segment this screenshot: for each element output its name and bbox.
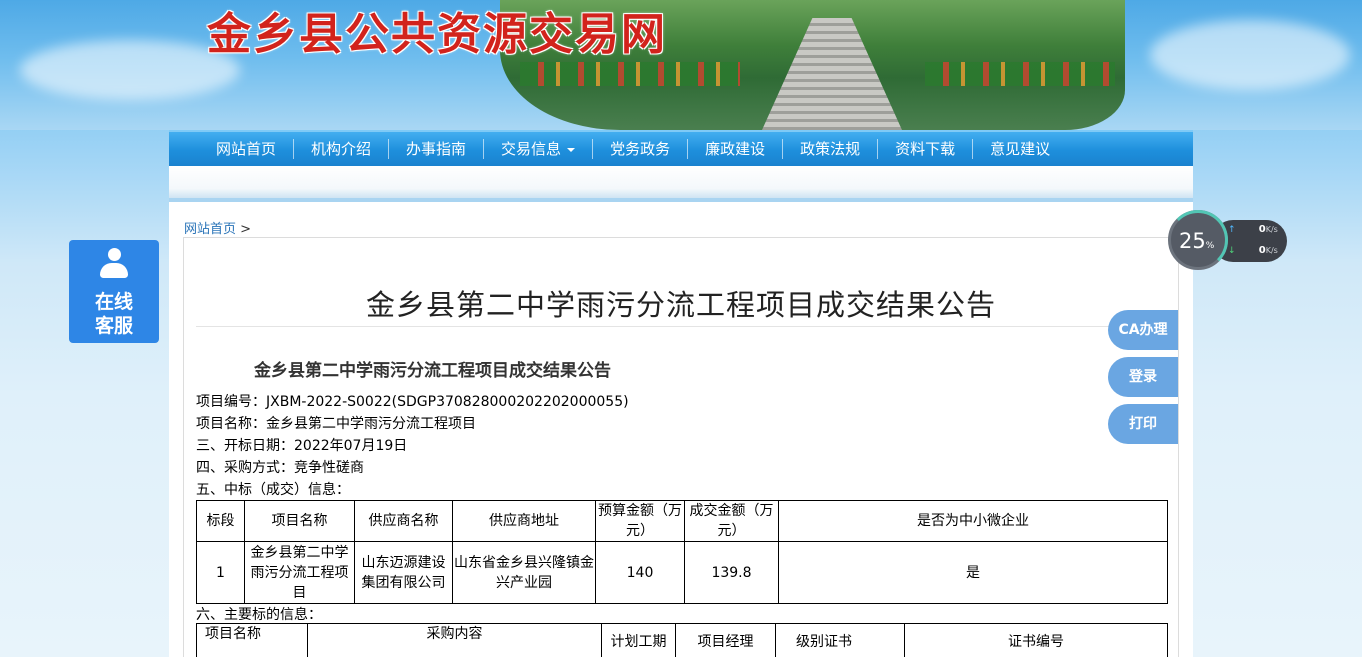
table-header-cell: 标段 bbox=[196, 500, 245, 542]
breadcrumb: 网站首页 > bbox=[184, 218, 251, 237]
banner-cloud bbox=[1150, 20, 1350, 90]
download-unit: K/s bbox=[1265, 246, 1278, 255]
article-inner-title: 金乡县第二中学雨污分流工程项目成交结果公告 bbox=[254, 361, 611, 381]
table-header-cell: 采购内容 bbox=[307, 623, 602, 657]
page-title: 金乡县第二中学雨污分流工程项目成交结果公告 bbox=[365, 288, 996, 322]
table-header-cell: 供应商地址 bbox=[452, 500, 596, 542]
memory-usage-gauge: 25% bbox=[1168, 210, 1228, 270]
award-info-heading: 五、中标（成交）信息： bbox=[196, 482, 350, 498]
arrow-down-icon: ↓ bbox=[1228, 246, 1236, 256]
user-icon-body bbox=[100, 263, 128, 278]
nav-item-trade-info-label: 交易信息 bbox=[501, 140, 562, 158]
download-speed: ↓ 0K/s bbox=[1228, 245, 1278, 256]
table-cell: 山东迈源建设集团有限公司 bbox=[354, 541, 453, 604]
bid-open-date: 三、开标日期：2022年07月19日 bbox=[196, 438, 408, 454]
table-header-cell: 预算金额（万元） bbox=[595, 500, 685, 542]
article: 金乡县第二中学雨污分流工程项目成交结果公告 金乡县第二中学雨污分流工程项目成交结… bbox=[183, 237, 1179, 657]
nav-item-party-affairs[interactable]: 党务政务 bbox=[593, 139, 689, 159]
table-header-cell: 证书编号 bbox=[904, 623, 1168, 657]
upload-value: 0 bbox=[1258, 224, 1266, 235]
network-speed-widget[interactable]: 25% ↑ 0K/s ↓ 0K/s bbox=[1168, 210, 1288, 270]
download-value: 0 bbox=[1258, 245, 1266, 256]
nav-item-about[interactable]: 机构介绍 bbox=[294, 139, 390, 159]
main-subject-heading: 六、主要标的信息： bbox=[196, 607, 322, 623]
project-number: 项目编号：JXBM-2022-S0022(SDGP370828000202202… bbox=[196, 394, 629, 410]
table-cell: 1 bbox=[196, 541, 245, 604]
percent-unit: % bbox=[1205, 241, 1215, 251]
online-service-line1: 在线 bbox=[94, 291, 133, 313]
memory-usage-percent: 25% bbox=[1179, 229, 1214, 253]
upload-speed: ↑ 0K/s bbox=[1228, 224, 1278, 235]
table-header-cell: 项目名称 bbox=[196, 623, 308, 657]
breadcrumb-separator: > bbox=[240, 222, 252, 237]
breadcrumb-home-link[interactable]: 网站首页 bbox=[184, 222, 236, 237]
table-cell: 是 bbox=[778, 541, 1168, 604]
user-icon bbox=[100, 248, 128, 282]
table-header-cell: 项目经理 bbox=[675, 623, 776, 657]
table-header-cell: 级别证书 bbox=[775, 623, 905, 657]
ca-service-button[interactable]: CA办理 bbox=[1108, 310, 1178, 350]
nav-item-downloads[interactable]: 资料下载 bbox=[878, 139, 974, 159]
chevron-down-icon bbox=[567, 147, 576, 152]
percent-value: 25 bbox=[1179, 229, 1206, 253]
procurement-method: 四、采购方式：竞争性磋商 bbox=[196, 460, 364, 476]
table-header-cell: 成交金额（万元） bbox=[684, 500, 779, 542]
nav-item-trade-info[interactable]: 交易信息 bbox=[484, 139, 594, 159]
login-button[interactable]: 登录 bbox=[1108, 357, 1178, 397]
table-cell: 山东省金乡县兴隆镇金兴产业园 bbox=[452, 541, 596, 604]
subject-table: 项目名称 采购内容 计划工期 项目经理 级别证书 证书编号 bbox=[196, 623, 1168, 657]
banner-hedge bbox=[925, 62, 1115, 86]
user-icon-head bbox=[108, 248, 121, 261]
banner-stairs bbox=[762, 18, 902, 130]
upload-unit: K/s bbox=[1265, 225, 1278, 234]
nav-item-guide[interactable]: 办事指南 bbox=[389, 139, 485, 159]
sub-nav-bar bbox=[169, 166, 1193, 202]
table-header-cell: 项目名称 bbox=[244, 500, 355, 542]
project-name: 项目名称：金乡县第二中学雨污分流工程项目 bbox=[196, 416, 476, 432]
table-header-row: 项目名称 采购内容 计划工期 项目经理 级别证书 证书编号 bbox=[196, 623, 1168, 657]
content-panel: 网站首页 > 金乡县第二中学雨污分流工程项目成交结果公告 金乡县第二中学雨污分流… bbox=[169, 202, 1193, 657]
site-title: 金乡县公共资源交易网 bbox=[207, 9, 667, 60]
arrow-up-icon: ↑ bbox=[1228, 225, 1236, 235]
nav-item-integrity[interactable]: 廉政建设 bbox=[688, 139, 784, 159]
nav-item-policy[interactable]: 政策法规 bbox=[783, 139, 879, 159]
main-nav: 网站首页 机构介绍 办事指南 交易信息 党务政务 廉政建设 政策法规 资料下载 … bbox=[169, 130, 1193, 166]
table-header-row: 标段 项目名称 供应商名称 供应商地址 预算金额（万元） 成交金额（万元） 是否… bbox=[196, 500, 1168, 542]
table-cell: 140 bbox=[595, 541, 685, 604]
table-header-cell: 供应商名称 bbox=[354, 500, 453, 542]
online-service-button[interactable]: 在线 客服 bbox=[69, 240, 159, 343]
table-cell: 139.8 bbox=[684, 541, 779, 604]
table-cell: 金乡县第二中学雨污分流工程项目 bbox=[244, 541, 355, 604]
table-header-cell: 计划工期 bbox=[601, 623, 676, 657]
online-service-line2: 客服 bbox=[94, 315, 133, 337]
print-button[interactable]: 打印 bbox=[1108, 404, 1178, 444]
table-row: 1 金乡县第二中学雨污分流工程项目 山东迈源建设集团有限公司 山东省金乡县兴隆镇… bbox=[196, 541, 1168, 604]
award-table: 标段 项目名称 供应商名称 供应商地址 预算金额（万元） 成交金额（万元） 是否… bbox=[196, 500, 1168, 604]
nav-item-feedback[interactable]: 意见建议 bbox=[973, 139, 1067, 159]
table-header-cell: 是否为中小微企业 bbox=[778, 500, 1168, 542]
title-divider bbox=[196, 326, 1166, 327]
nav-item-home[interactable]: 网站首页 bbox=[199, 139, 295, 159]
online-service-label: 在线 客服 bbox=[69, 290, 159, 338]
header-banner: 金乡县公共资源交易网 bbox=[0, 0, 1362, 130]
banner-hedge bbox=[520, 62, 740, 86]
